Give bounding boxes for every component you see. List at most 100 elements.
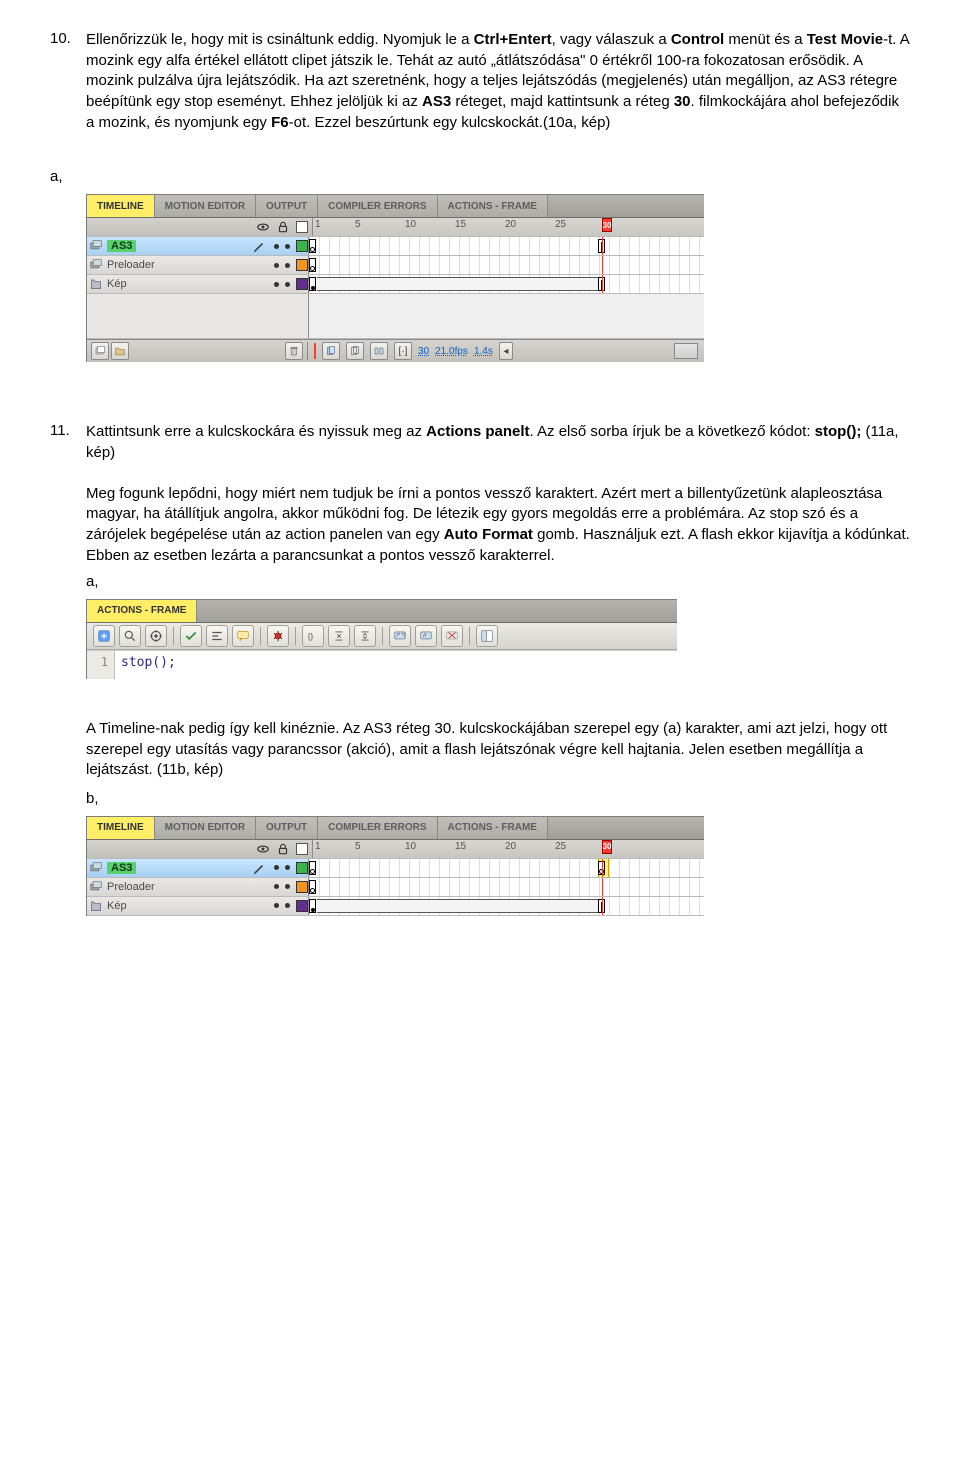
show-hide-toolbox-button[interactable] bbox=[476, 625, 498, 647]
toolbar-separator bbox=[382, 627, 383, 645]
tab-compiler-errors[interactable]: COMPILER ERRORS bbox=[318, 195, 437, 217]
layer-color[interactable] bbox=[296, 900, 308, 912]
layer-row-kep[interactable]: Kép bbox=[87, 275, 704, 294]
layer-color[interactable] bbox=[296, 278, 308, 290]
tab-actions-frame[interactable]: ACTIONS - FRAME bbox=[438, 817, 548, 839]
layer-row-preloader[interactable]: Preloader bbox=[87, 256, 704, 275]
figure-label-a: a, bbox=[50, 167, 910, 188]
layer-row-kep[interactable]: Kép bbox=[87, 897, 704, 916]
add-item-button[interactable] bbox=[93, 625, 115, 647]
tab-motion-editor[interactable]: MOTION EDITOR bbox=[155, 817, 256, 839]
modify-markers-button[interactable]: [·] bbox=[394, 342, 412, 360]
keyframe[interactable] bbox=[309, 899, 316, 913]
tab-output[interactable]: OUTPUT bbox=[256, 195, 318, 217]
toolbar-separator bbox=[295, 627, 296, 645]
layer-name: AS3 bbox=[107, 240, 136, 252]
layer-icon bbox=[89, 277, 103, 291]
code-gutter: 1 bbox=[87, 651, 115, 679]
playhead[interactable]: 30 bbox=[602, 840, 612, 854]
check-syntax-button[interactable] bbox=[180, 625, 202, 647]
toolbar-separator bbox=[260, 627, 261, 645]
lock-icon[interactable] bbox=[276, 842, 290, 856]
layer-icon bbox=[89, 899, 103, 913]
layer-row-as3[interactable]: AS3 a bbox=[87, 859, 704, 878]
playhead-indicator bbox=[314, 343, 316, 359]
tab-compiler-errors[interactable]: COMPILER ERRORS bbox=[318, 817, 437, 839]
timeline-footer: [·] 30 21.0fps 1.4s ◂ bbox=[87, 339, 704, 362]
frame-rate[interactable]: 21.0fps bbox=[435, 346, 468, 357]
debug-options-button[interactable] bbox=[267, 625, 289, 647]
current-frame[interactable]: 30 bbox=[418, 346, 429, 357]
ruler-tick: 15 bbox=[455, 841, 466, 852]
item11-paragraph-1: Kattintsunk erre a kulcskockára és nyiss… bbox=[86, 422, 910, 463]
timeline-tabs: TIMELINE MOTION EDITOR OUTPUT COMPILER E… bbox=[87, 195, 704, 218]
text: , vagy válaszuk a bbox=[552, 31, 671, 48]
tab-timeline[interactable]: TIMELINE bbox=[87, 195, 155, 217]
tab-actions-frame[interactable]: ACTIONS - FRAME bbox=[87, 600, 197, 622]
kbd-f6: F6 bbox=[271, 114, 289, 131]
keyframe[interactable] bbox=[309, 861, 316, 875]
frame-ruler[interactable]: 1 5 10 15 20 25 30 bbox=[313, 840, 704, 858]
collapse-between-braces-button[interactable]: {} bbox=[302, 625, 324, 647]
playhead-line bbox=[602, 897, 603, 915]
menu-control: Control bbox=[671, 31, 724, 48]
keyframe[interactable] bbox=[309, 880, 316, 894]
collapse-selection-button[interactable] bbox=[328, 625, 350, 647]
outline-toggle[interactable] bbox=[296, 843, 308, 855]
text: -ot. Ezzel beszúrtunk egy kulcskockát.(1… bbox=[289, 114, 611, 131]
tab-motion-editor[interactable]: MOTION EDITOR bbox=[155, 195, 256, 217]
actions-code-area[interactable]: 1 stop(); bbox=[87, 650, 677, 679]
layer-color[interactable] bbox=[296, 240, 308, 252]
keyframe[interactable] bbox=[309, 239, 316, 253]
scrollbar-thumb[interactable] bbox=[674, 343, 698, 359]
apply-line-comment-button[interactable]: // bbox=[415, 625, 437, 647]
menu-test-movie: Test Movie bbox=[807, 31, 883, 48]
insert-target-path-button[interactable] bbox=[145, 625, 167, 647]
kbd-ctrl-enter: Ctrl+Entert bbox=[474, 31, 552, 48]
eye-icon[interactable] bbox=[256, 220, 270, 234]
layer-name: Kép bbox=[105, 278, 274, 290]
layer-icon bbox=[89, 880, 103, 894]
edit-multiple-frames-button[interactable] bbox=[370, 342, 388, 360]
layer-color[interactable] bbox=[296, 259, 308, 271]
ruler-tick: 5 bbox=[355, 841, 361, 852]
keyframe[interactable] bbox=[309, 258, 316, 272]
tab-output[interactable]: OUTPUT bbox=[256, 817, 318, 839]
code-text[interactable]: stop(); bbox=[115, 651, 677, 679]
auto-format: Auto Format bbox=[444, 526, 533, 543]
show-code-hint-button[interactable] bbox=[232, 625, 254, 647]
new-folder-button[interactable] bbox=[111, 342, 129, 360]
find-button[interactable] bbox=[119, 625, 141, 647]
text: Ellenőrizzük le, hogy mit is csináltunk … bbox=[86, 31, 474, 48]
frame-span[interactable] bbox=[317, 277, 598, 291]
ruler-tick: 5 bbox=[355, 219, 361, 230]
onion-skin-outlines-button[interactable] bbox=[346, 342, 364, 360]
layer-row-preloader[interactable]: Preloader bbox=[87, 878, 704, 897]
layer-color[interactable] bbox=[296, 881, 308, 893]
figure-label-b: b, bbox=[86, 789, 910, 810]
onion-skin-button[interactable] bbox=[322, 342, 340, 360]
tab-actions-frame[interactable]: ACTIONS - FRAME bbox=[438, 195, 548, 217]
tab-timeline[interactable]: TIMELINE bbox=[87, 817, 155, 839]
timeline-spacer bbox=[87, 294, 704, 339]
frame-span[interactable] bbox=[317, 899, 598, 913]
item11-paragraph-3: A Timeline-nak pedig így kell kinéznie. … bbox=[86, 719, 910, 781]
lock-icon[interactable] bbox=[276, 220, 290, 234]
new-layer-button[interactable] bbox=[91, 342, 109, 360]
code-stop: stop(); bbox=[815, 423, 862, 440]
eye-icon[interactable] bbox=[256, 842, 270, 856]
text: menüt és a bbox=[724, 31, 807, 48]
auto-format-button[interactable] bbox=[206, 625, 228, 647]
expand-all-button[interactable] bbox=[354, 625, 376, 647]
timeline-panel-11b: TIMELINE MOTION EDITOR OUTPUT COMPILER E… bbox=[86, 816, 704, 916]
layer-color[interactable] bbox=[296, 862, 308, 874]
delete-layer-button[interactable] bbox=[285, 342, 303, 360]
playhead[interactable]: 30 bbox=[602, 218, 612, 232]
frame-ruler[interactable]: 1 5 10 15 20 25 30 bbox=[313, 218, 704, 236]
scroll-left-button[interactable]: ◂ bbox=[499, 342, 513, 360]
keyframe[interactable] bbox=[309, 277, 316, 291]
apply-block-comment-button[interactable]: /* */ bbox=[389, 625, 411, 647]
layer-row-as3[interactable]: AS3 bbox=[87, 237, 704, 256]
outline-toggle[interactable] bbox=[296, 221, 308, 233]
remove-comment-button[interactable] bbox=[441, 625, 463, 647]
